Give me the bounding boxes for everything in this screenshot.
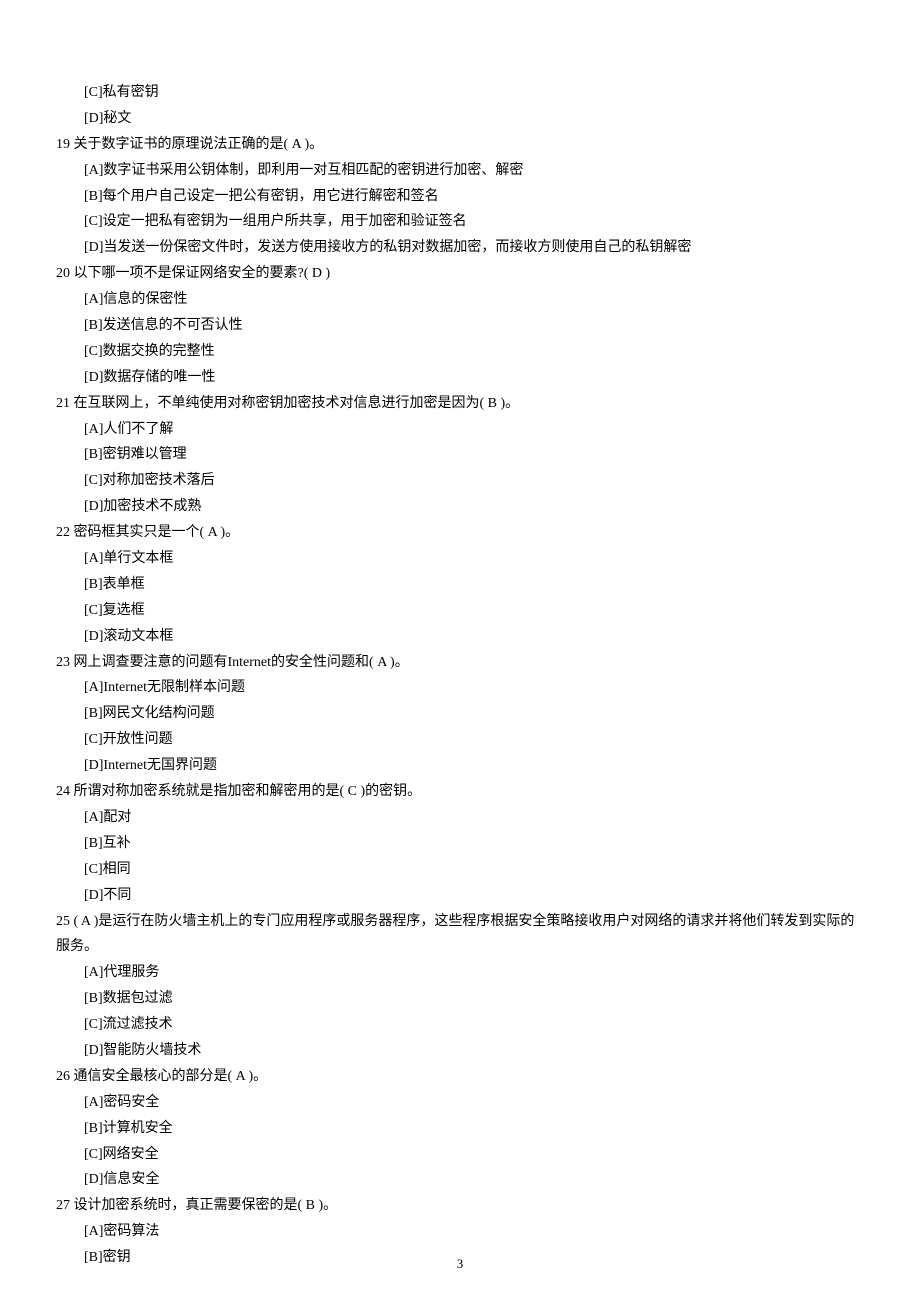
q21-option-d: [D]加密技术不成熟 <box>56 494 864 520</box>
question-25: 25 ( A )是运行在防火墙主机上的专门应用程序或服务器程序，这些程序根据安全… <box>56 909 864 961</box>
q25-option-a: [A]代理服务 <box>56 960 864 986</box>
q23-option-b: [B]网民文化结构问题 <box>56 701 864 727</box>
page-number: 3 <box>0 1252 920 1276</box>
question-27: 27 设计加密系统时，真正需要保密的是( B )。 <box>56 1193 864 1219</box>
q21-option-b: [B]密钥难以管理 <box>56 442 864 468</box>
q26-option-c: [C]网络安全 <box>56 1142 864 1168</box>
question-24: 24 所谓对称加密系统就是指加密和解密用的是( C )的密钥。 <box>56 779 864 805</box>
q22-option-b: [B]表单框 <box>56 572 864 598</box>
question-22: 22 密码框其实只是一个( A )。 <box>56 520 864 546</box>
prev-option-c: [C]私有密钥 <box>56 80 864 106</box>
prev-option-d: [D]秘文 <box>56 106 864 132</box>
question-19: 19 关于数字证书的原理说法正确的是( A )。 <box>56 132 864 158</box>
q25-option-d: [D]智能防火墙技术 <box>56 1038 864 1064</box>
q20-option-a: [A]信息的保密性 <box>56 287 864 313</box>
q20-option-c: [C]数据交换的完整性 <box>56 339 864 365</box>
q26-option-b: [B]计算机安全 <box>56 1116 864 1142</box>
q19-option-d: [D]当发送一份保密文件时，发送方使用接收方的私钥对数据加密，而接收方则使用自己… <box>56 235 864 261</box>
q22-option-a: [A]单行文本框 <box>56 546 864 572</box>
q25-option-b: [B]数据包过滤 <box>56 986 864 1012</box>
q26-option-d: [D]信息安全 <box>56 1167 864 1193</box>
document-page: [C]私有密钥 [D]秘文 19 关于数字证书的原理说法正确的是( A )。 [… <box>0 0 920 1302</box>
q24-option-c: [C]相同 <box>56 857 864 883</box>
question-26: 26 通信安全最核心的部分是( A )。 <box>56 1064 864 1090</box>
q19-option-a: [A]数字证书采用公钥体制，即利用一对互相匹配的密钥进行加密、解密 <box>56 158 864 184</box>
q25-option-c: [C]流过滤技术 <box>56 1012 864 1038</box>
q19-option-b: [B]每个用户自己设定一把公有密钥，用它进行解密和签名 <box>56 184 864 210</box>
q23-option-c: [C]开放性问题 <box>56 727 864 753</box>
question-20: 20 以下哪一项不是保证网络安全的要素?( D ) <box>56 261 864 287</box>
q23-option-d: [D]Internet无国界问题 <box>56 753 864 779</box>
q23-option-a: [A]Internet无限制样本问题 <box>56 675 864 701</box>
question-23: 23 网上调查要注意的问题有Internet的安全性问题和( A )。 <box>56 650 864 676</box>
q22-option-c: [C]复选框 <box>56 598 864 624</box>
q21-option-c: [C]对称加密技术落后 <box>56 468 864 494</box>
question-21: 21 在互联网上，不单纯使用对称密钥加密技术对信息进行加密是因为( B )。 <box>56 391 864 417</box>
q21-option-a: [A]人们不了解 <box>56 417 864 443</box>
q27-option-a: [A]密码算法 <box>56 1219 864 1245</box>
q22-option-d: [D]滚动文本框 <box>56 624 864 650</box>
q24-option-d: [D]不同 <box>56 883 864 909</box>
q26-option-a: [A]密码安全 <box>56 1090 864 1116</box>
q24-option-a: [A]配对 <box>56 805 864 831</box>
q19-option-c: [C]设定一把私有密钥为一组用户所共享，用于加密和验证签名 <box>56 209 864 235</box>
q24-option-b: [B]互补 <box>56 831 864 857</box>
q20-option-b: [B]发送信息的不可否认性 <box>56 313 864 339</box>
q20-option-d: [D]数据存储的唯一性 <box>56 365 864 391</box>
